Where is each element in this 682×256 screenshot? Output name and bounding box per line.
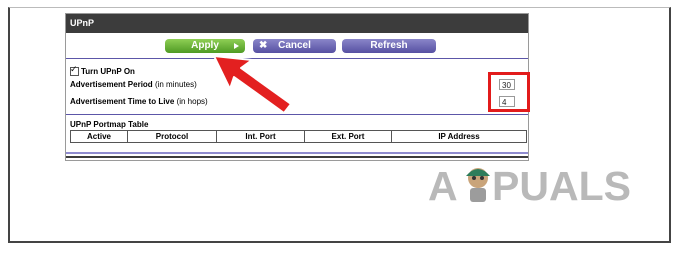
svg-text:A: A (428, 163, 458, 204)
appuals-watermark: A PUALS (428, 163, 631, 204)
red-arrow-icon (213, 55, 292, 114)
svg-text:PUALS: PUALS (492, 163, 631, 204)
mascot-icon (466, 168, 490, 202)
